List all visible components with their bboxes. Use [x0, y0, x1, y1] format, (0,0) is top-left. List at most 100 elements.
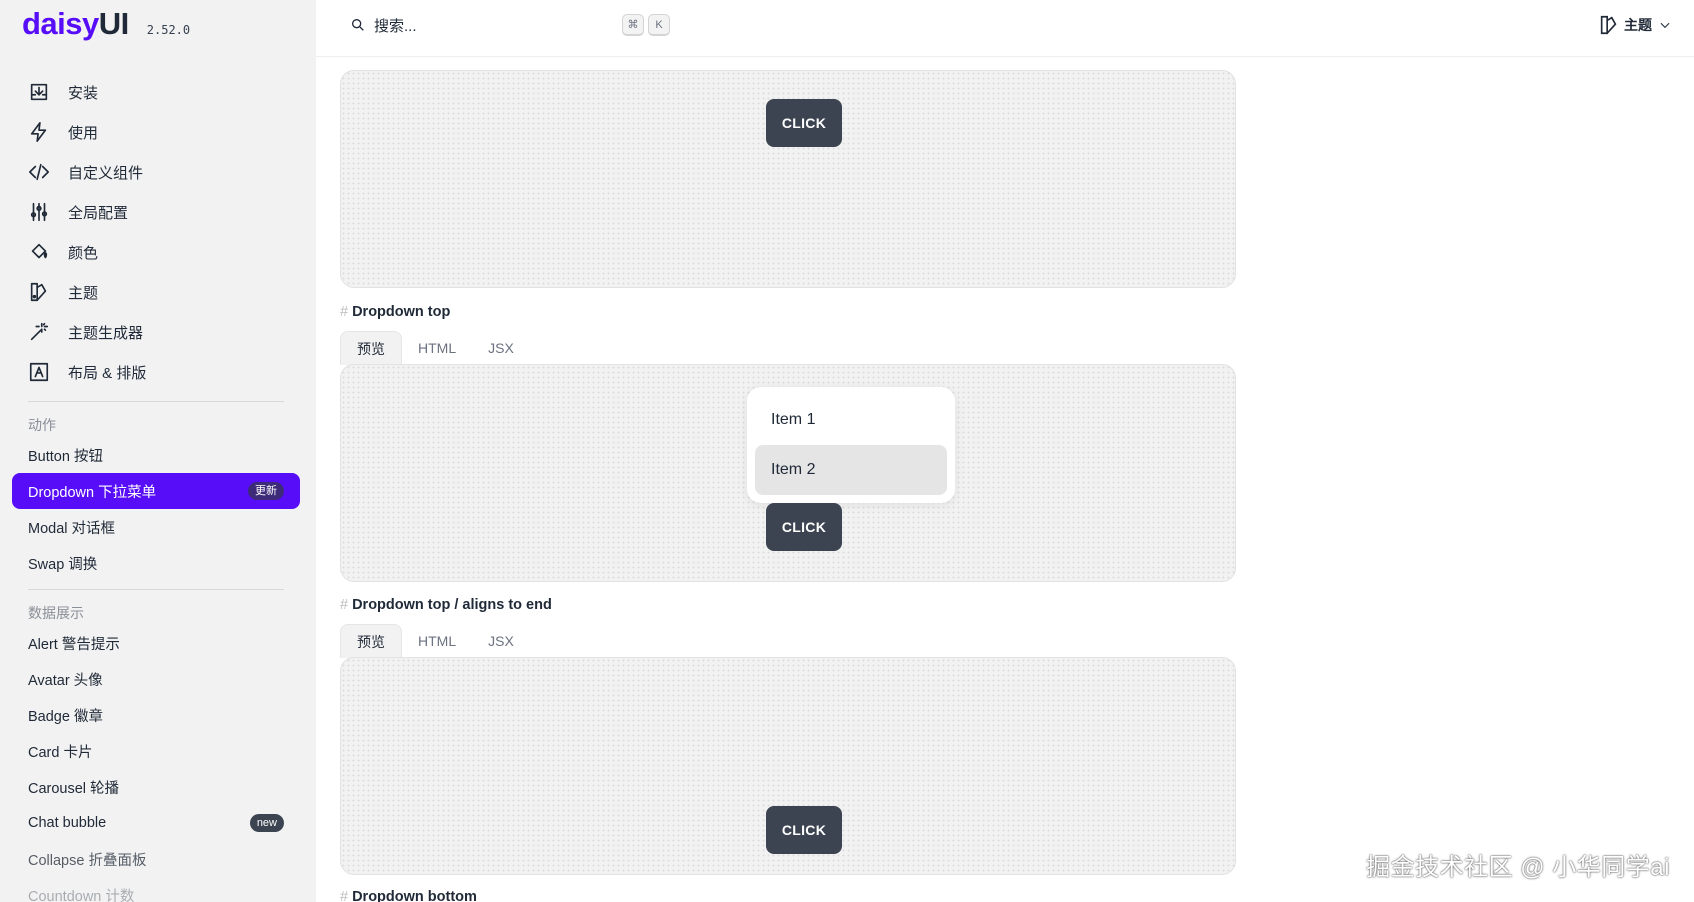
click-button[interactable]: CLICK — [766, 806, 842, 854]
section-title-dropdown-top[interactable]: # Dropdown top — [340, 304, 450, 320]
anchor-hash[interactable]: # — [340, 889, 348, 902]
sidebar-item-swap[interactable]: Swap 调换 — [12, 545, 300, 581]
version-label[interactable]: 2.52.0 — [147, 23, 190, 37]
sidebar-item-config[interactable]: 全局配置 — [12, 192, 300, 232]
code-icon — [28, 161, 50, 183]
sidebar-item-button[interactable]: Button 按钮 — [12, 437, 300, 473]
magic-wand-icon — [28, 321, 50, 343]
search-input[interactable]: 搜索... — [374, 15, 622, 36]
sidebar-item-label: Button 按钮 — [28, 448, 103, 465]
sliders-icon — [28, 201, 50, 223]
sidebar-item-label: Avatar 头像 — [28, 672, 103, 689]
sidebar-item-label: Swap 调换 — [28, 556, 98, 573]
logo-text-ui: UI — [98, 6, 130, 41]
sidebar-item-label: 主题 — [68, 284, 99, 302]
swatch-icon — [28, 281, 50, 303]
section-title-text: Dropdown top — [352, 304, 451, 320]
code-tabs: 预览 HTML JSX — [340, 624, 530, 658]
sidebar-item-label: 自定义组件 — [68, 164, 144, 182]
sidebar-item-countdown[interactable]: Countdown 计数 — [12, 877, 300, 902]
theme-dropdown-button[interactable]: 主题 — [1598, 14, 1676, 36]
daisyui-logo[interactable]: daisyUI — [22, 6, 129, 42]
chevron-down-icon — [1660, 22, 1670, 29]
sidebar-item-label: Countdown 计数 — [28, 888, 135, 902]
sidebar-item-carousel[interactable]: Carousel 轮播 — [12, 769, 300, 805]
top-bar: 搜索... ⌘ K 主题 — [316, 0, 1694, 57]
download-box-icon — [28, 81, 50, 103]
sidebar-item-install[interactable]: 安装 — [12, 72, 300, 112]
main-nav: 安装 使用 自定义组件 全局配置 颜色 主题 主题生成器 布局 & 排版 — [12, 72, 300, 392]
sidebar-item-label: Collapse 折叠面板 — [28, 852, 147, 869]
sidebar-item-avatar[interactable]: Avatar 头像 — [12, 661, 300, 697]
sidebar-item-alert[interactable]: Alert 警告提示 — [12, 625, 300, 661]
update-badge: 更新 — [248, 482, 284, 500]
sidebar-item-layout[interactable]: 布局 & 排版 — [12, 352, 300, 392]
sidebar-item-label: 布局 & 排版 — [68, 364, 147, 382]
preview-box: CLICK — [340, 70, 1236, 288]
sidebar-item-label: Alert 警告提示 — [28, 636, 120, 653]
tab-jsx[interactable]: JSX — [472, 331, 530, 365]
sidebar-item-card[interactable]: Card 卡片 — [12, 733, 300, 769]
sidebar-item-label: Chat bubble — [28, 815, 107, 831]
section-title-dropdown-bottom[interactable]: # Dropdown bottom — [340, 889, 477, 902]
kbd-cmd: ⌘ — [622, 14, 644, 36]
sidebar-item-label: Carousel 轮播 — [28, 780, 120, 797]
search-bar[interactable]: 搜索... ⌘ K — [350, 12, 674, 38]
tab-html[interactable]: HTML — [402, 331, 472, 365]
tab-html[interactable]: HTML — [402, 624, 472, 658]
sidebar-item-modal[interactable]: Modal 对话框 — [12, 509, 300, 545]
section-title-dropdown-top-end[interactable]: # Dropdown top / aligns to end — [340, 597, 552, 613]
search-icon — [352, 18, 364, 31]
watermark: 掘金技术社区 @ 小华同学ai — [1366, 854, 1670, 881]
sidebar-item-theme-generator[interactable]: 主题生成器 — [12, 312, 300, 352]
sidebar-item-customize[interactable]: 自定义组件 — [12, 152, 300, 192]
dropdown-menu: Item 1 Item 2 — [747, 387, 955, 503]
kbd-k: K — [648, 14, 670, 36]
dropdown-item[interactable]: Item 2 — [755, 445, 947, 495]
section-title-text: Dropdown bottom — [352, 889, 477, 902]
brand[interactable]: daisyUI 2.52.0 — [22, 6, 190, 42]
tab-preview[interactable]: 预览 — [340, 624, 402, 658]
sidebar-item-label: 颜色 — [68, 244, 99, 262]
sidebar-divider — [28, 401, 284, 402]
section-title-text: Dropdown top / aligns to end — [352, 597, 552, 613]
display-nav: Alert 警告提示 Avatar 头像 Badge 徽章 Card 卡片 Ca… — [12, 625, 300, 902]
app-root: daisyUI 2.52.0 安装 使用 自定义组件 全局配置 颜色 主题 主题… — [0, 0, 1694, 902]
click-button[interactable]: CLICK — [766, 99, 842, 147]
typography-icon — [28, 361, 50, 383]
sidebar-item-label: Badge 徽章 — [28, 708, 103, 725]
sidebar-item-label: 安装 — [68, 84, 99, 102]
sidebar-item-collapse[interactable]: Collapse 折叠面板 — [12, 841, 300, 877]
sidebar-item-label: 全局配置 — [68, 204, 129, 222]
swatch-icon — [1600, 15, 1617, 35]
lightning-icon — [28, 121, 50, 143]
new-badge: new — [249, 814, 284, 832]
click-button[interactable]: CLICK — [766, 503, 842, 551]
preview-box: CLICK — [340, 657, 1236, 875]
sidebar-item-dropdown[interactable]: Dropdown 下拉菜单 更新 — [12, 473, 300, 509]
dropdown-item[interactable]: Item 1 — [755, 395, 947, 445]
sidebar: daisyUI 2.52.0 安装 使用 自定义组件 全局配置 颜色 主题 主题… — [0, 0, 316, 902]
tab-jsx[interactable]: JSX — [472, 624, 530, 658]
sidebar-divider — [28, 589, 284, 590]
sidebar-item-themes[interactable]: 主题 — [12, 272, 300, 312]
anchor-hash[interactable]: # — [340, 597, 348, 613]
logo-text-main: daisy — [22, 6, 99, 41]
sidebar-item-badge[interactable]: Badge 徽章 — [12, 697, 300, 733]
section-title-actions: 动作 — [28, 417, 56, 433]
theme-label: 主题 — [1624, 17, 1652, 33]
tab-preview[interactable]: 预览 — [340, 331, 402, 365]
sidebar-item-label: Dropdown 下拉菜单 — [28, 484, 157, 501]
preview-box: Item 1 Item 2 CLICK — [340, 364, 1236, 582]
sidebar-item-usage[interactable]: 使用 — [12, 112, 300, 152]
section-title-display: 数据展示 — [28, 605, 84, 621]
paint-bucket-icon — [28, 241, 50, 263]
sidebar-item-chat-bubble[interactable]: Chat bubble new — [12, 805, 300, 841]
sidebar-item-label: 主题生成器 — [68, 324, 144, 342]
sidebar-item-label: 使用 — [68, 124, 99, 142]
actions-nav: Button 按钮 Dropdown 下拉菜单 更新 Modal 对话框 Swap… — [12, 437, 300, 581]
sidebar-item-label: Modal 对话框 — [28, 520, 116, 537]
anchor-hash[interactable]: # — [340, 304, 348, 320]
sidebar-item-label: Card 卡片 — [28, 744, 93, 761]
sidebar-item-colors[interactable]: 颜色 — [12, 232, 300, 272]
